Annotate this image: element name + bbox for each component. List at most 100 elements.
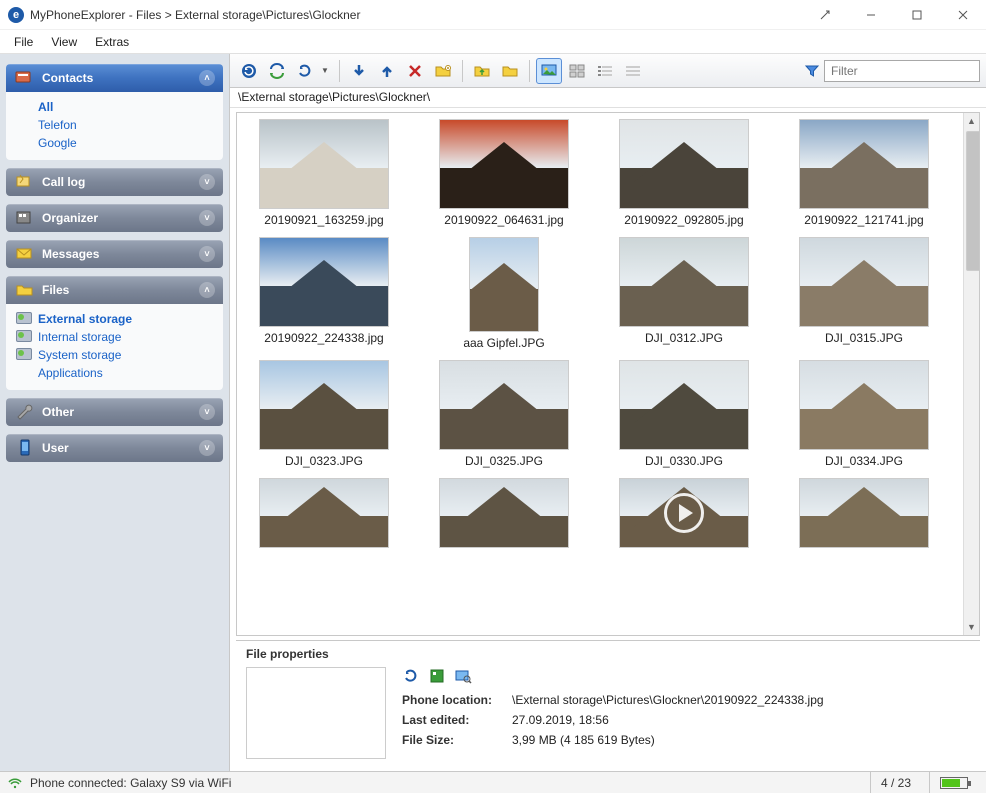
sidebar-header-messages[interactable]: Messages ˅ bbox=[6, 240, 223, 268]
file-item[interactable] bbox=[429, 478, 579, 552]
calllog-icon bbox=[14, 173, 36, 191]
file-item[interactable]: 20190922_121741.jpg bbox=[789, 119, 939, 227]
refresh-button[interactable] bbox=[236, 58, 262, 84]
file-item[interactable]: 20190921_163259.jpg bbox=[249, 119, 399, 227]
view-details-button[interactable] bbox=[620, 58, 646, 84]
sidebar-label-other: Other bbox=[42, 405, 74, 419]
menu-file[interactable]: File bbox=[6, 32, 41, 52]
maximize-button[interactable] bbox=[894, 0, 940, 30]
menu-extras[interactable]: Extras bbox=[87, 32, 137, 52]
file-grid[interactable]: 20190921_163259.jpg 20190922_064631.jpg 20… bbox=[237, 113, 963, 635]
scroll-down-button[interactable]: ▼ bbox=[964, 619, 979, 635]
refresh-preview-icon[interactable] bbox=[402, 667, 420, 685]
scroll-up-button[interactable]: ▲ bbox=[964, 113, 979, 129]
view-small-icons-button[interactable] bbox=[564, 58, 590, 84]
separator bbox=[529, 60, 530, 82]
folder-icon bbox=[14, 281, 36, 299]
file-item[interactable] bbox=[789, 478, 939, 552]
sidebar-panel-organizer: Organizer ˅ bbox=[6, 204, 223, 232]
scrollbar-thumb[interactable] bbox=[966, 131, 980, 271]
sidebar-header-organizer[interactable]: Organizer ˅ bbox=[6, 204, 223, 232]
sidebar-item-telefon[interactable]: Telefon bbox=[16, 116, 213, 134]
sidebar-panel-messages: Messages ˅ bbox=[6, 240, 223, 268]
close-button[interactable] bbox=[940, 0, 986, 30]
menu-view[interactable]: View bbox=[43, 32, 85, 52]
info-icon[interactable] bbox=[428, 667, 446, 685]
thumbnail bbox=[439, 119, 569, 209]
sidebar-header-other[interactable]: Other ˅ bbox=[6, 398, 223, 426]
download-button[interactable] bbox=[346, 58, 372, 84]
new-folder-button[interactable] bbox=[430, 58, 456, 84]
separator bbox=[462, 60, 463, 82]
drive-icon bbox=[16, 312, 32, 324]
sidebar-item-external-storage[interactable]: External storage bbox=[16, 310, 213, 328]
file-item[interactable]: 20190922_224338.jpg bbox=[249, 237, 399, 350]
file-name: 20190922_121741.jpg bbox=[804, 213, 923, 227]
file-item[interactable]: DJI_0330.JPG bbox=[609, 360, 759, 468]
file-item[interactable]: DJI_0334.JPG bbox=[789, 360, 939, 468]
filter-input[interactable] bbox=[824, 60, 980, 82]
file-item[interactable]: DJI_0325.JPG bbox=[429, 360, 579, 468]
sidebar-item-internal-storage[interactable]: Internal storage bbox=[16, 328, 213, 346]
file-item[interactable]: DJI_0315.JPG bbox=[789, 237, 939, 350]
file-name: 20190922_064631.jpg bbox=[444, 213, 563, 227]
prop-val-location: \External storage\Pictures\Glockner\2019… bbox=[512, 693, 970, 707]
thumbnail bbox=[259, 478, 389, 548]
sidebar-item-google[interactable]: Google bbox=[16, 134, 213, 152]
file-item[interactable]: DJI_0323.JPG bbox=[249, 360, 399, 468]
thumbnail bbox=[619, 119, 749, 209]
sidebar-header-contacts[interactable]: Contacts ˄ bbox=[6, 64, 223, 92]
sidebar-header-files[interactable]: Files ˄ bbox=[6, 276, 223, 304]
dropdown-arrow-icon[interactable]: ▼ bbox=[320, 66, 330, 75]
drive-icon bbox=[16, 330, 32, 342]
phone-icon bbox=[14, 439, 36, 457]
view-large-icons-button[interactable] bbox=[536, 58, 562, 84]
properties-actions bbox=[402, 667, 970, 685]
file-item[interactable]: aaa Gipfel.JPG bbox=[429, 237, 579, 350]
sidebar-item-system-storage[interactable]: System storage bbox=[16, 346, 213, 364]
sync-button[interactable] bbox=[264, 58, 290, 84]
status-text: Phone connected: Galaxy S9 via WiFi bbox=[30, 776, 231, 790]
filter-box bbox=[804, 60, 980, 82]
thumbnail bbox=[799, 360, 929, 450]
file-name: 20190922_224338.jpg bbox=[264, 331, 383, 345]
path-bar: \External storage\Pictures\Glockner\ bbox=[230, 88, 986, 108]
separator bbox=[339, 60, 340, 82]
file-item[interactable]: 20190922_092805.jpg bbox=[609, 119, 759, 227]
chevron-up-icon: ˄ bbox=[199, 282, 215, 298]
upload-button[interactable] bbox=[374, 58, 400, 84]
sidebar-item-applications[interactable]: Applications bbox=[16, 364, 213, 382]
folder-up-button[interactable] bbox=[469, 58, 495, 84]
file-item[interactable]: 20190922_064631.jpg bbox=[429, 119, 579, 227]
chevron-down-icon: ˅ bbox=[199, 210, 215, 226]
chevron-down-icon: ˅ bbox=[199, 404, 215, 420]
sidebar-header-calllog[interactable]: Call log ˅ bbox=[6, 168, 223, 196]
file-item[interactable] bbox=[249, 478, 399, 552]
file-item[interactable] bbox=[609, 478, 759, 552]
file-name: DJI_0330.JPG bbox=[645, 454, 723, 468]
filter-icon bbox=[804, 63, 820, 79]
sidebar-panel-files: Files ˄ External storage Internal storag… bbox=[6, 276, 223, 390]
sync2-button[interactable] bbox=[292, 58, 318, 84]
pin-button[interactable] bbox=[802, 0, 848, 30]
sidebar-item-all[interactable]: All bbox=[16, 98, 213, 116]
sidebar-body-contacts: All Telefon Google bbox=[6, 92, 223, 160]
minimize-button[interactable] bbox=[848, 0, 894, 30]
file-item[interactable]: DJI_0312.JPG bbox=[609, 237, 759, 350]
sidebar-panel-user: User ˅ bbox=[6, 434, 223, 462]
view-list-button[interactable] bbox=[592, 58, 618, 84]
sidebar: Contacts ˄ All Telefon Google Call log ˅… bbox=[0, 54, 229, 771]
delete-button[interactable] bbox=[402, 58, 428, 84]
thumbnail bbox=[259, 237, 389, 327]
prop-val-edited: 27.09.2019, 18:56 bbox=[512, 713, 970, 727]
scrollbar[interactable]: ▲ ▼ bbox=[963, 113, 979, 635]
view-icon[interactable] bbox=[454, 667, 472, 685]
wifi-icon bbox=[8, 776, 22, 790]
sidebar-header-user[interactable]: User ˅ bbox=[6, 434, 223, 462]
drive-icon bbox=[16, 348, 32, 360]
content-area: Contacts ˄ All Telefon Google Call log ˅… bbox=[0, 54, 986, 771]
file-properties-title: File properties bbox=[246, 645, 970, 667]
folder-open-button[interactable] bbox=[497, 58, 523, 84]
sidebar-label-files: Files bbox=[42, 283, 69, 297]
thumbnail bbox=[259, 360, 389, 450]
